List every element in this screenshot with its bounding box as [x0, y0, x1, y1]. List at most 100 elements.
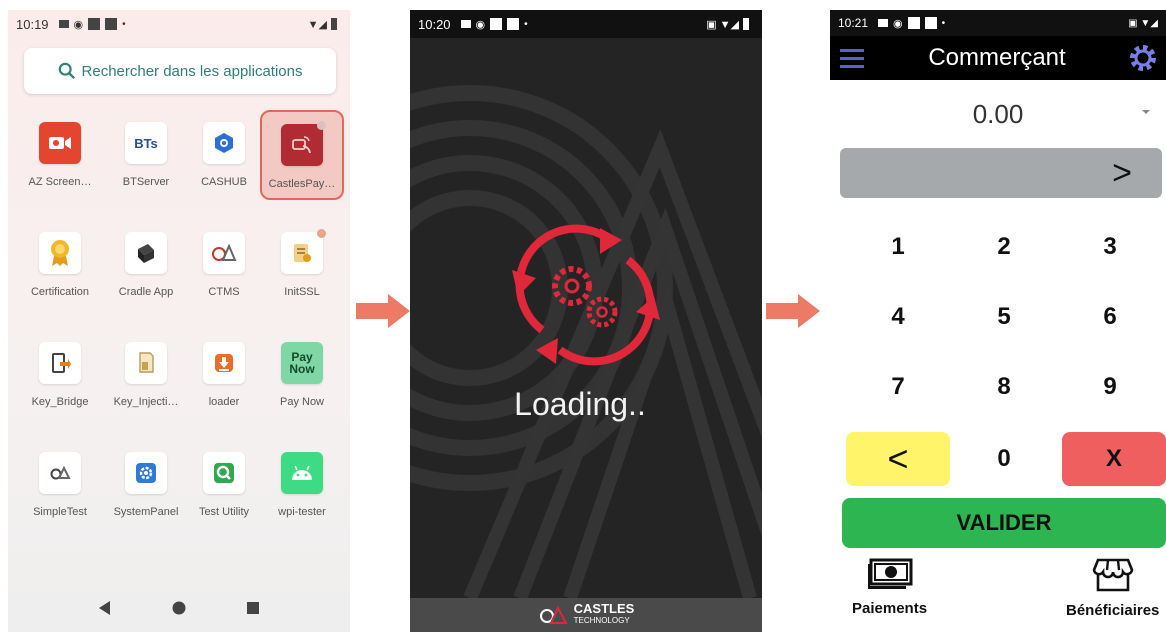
app-castlespay[interactable]: CastlesPay…: [260, 110, 344, 200]
clear-key[interactable]: X: [1062, 432, 1166, 486]
loading-sync-icon: [512, 224, 660, 366]
status-bar: 10:19 ◉ • ▼◢: [8, 10, 350, 38]
app-wpi-tester[interactable]: wpi-tester: [260, 440, 344, 530]
battery-icon: [331, 18, 337, 30]
key-5[interactable]: 5: [952, 290, 1056, 344]
brand-sub: TECHNOLOGY: [573, 616, 630, 625]
app-label: CastlesPay…: [268, 178, 336, 190]
notification-dot: [317, 121, 326, 130]
key-7[interactable]: 7: [846, 360, 950, 414]
app-btserver[interactable]: BTs BTServer: [104, 110, 188, 200]
app-test-utility[interactable]: Test Utility: [182, 440, 266, 530]
recents-nav-icon[interactable]: [246, 601, 260, 615]
amount-value: 0.00: [972, 98, 1024, 129]
backspace-key[interactable]: <: [846, 432, 950, 486]
notification-icon: [58, 20, 69, 28]
notification-icon: [460, 20, 471, 28]
arrow-right-icon: [356, 294, 410, 328]
app-label: Pay Now: [279, 396, 325, 408]
cast-icon: ◉: [475, 18, 486, 31]
app-label: Cradle App: [118, 286, 174, 298]
app-cashub[interactable]: CASHUB: [182, 110, 266, 200]
tab-beneficiaries[interactable]: Bénéficiaires: [1066, 558, 1159, 619]
app-pay-now[interactable]: Pay Now Pay Now: [260, 330, 344, 420]
bts-icon: BTs: [125, 122, 167, 164]
next-button-label: >: [1112, 153, 1132, 192]
app-label: Key_Bridge: [31, 396, 89, 408]
notification-icon: [907, 17, 920, 29]
simpletest-icon: [39, 452, 81, 494]
battery-icon: [743, 18, 749, 30]
app-loader[interactable]: loader: [182, 330, 266, 420]
app-drawer-screen: 10:19 ◉ • ▼◢ Rechercher dans les applica…: [8, 10, 350, 632]
status-time: 10:20: [418, 16, 451, 32]
arrow-right-icon: [766, 294, 820, 328]
ctms-icon: [203, 232, 245, 274]
initssl-icon: [281, 229, 326, 274]
camera-icon: [39, 122, 81, 164]
loader-icon: [203, 342, 245, 384]
key-2[interactable]: 2: [952, 220, 1056, 274]
merchant-screen: 10:21 ◉ • ▣ ▼◢ Commerçant 0.00 > 1 2 3 4…: [830, 10, 1166, 632]
next-button[interactable]: >: [840, 148, 1162, 198]
gear-icon[interactable]: [1128, 43, 1158, 73]
key-6[interactable]: 6: [1058, 290, 1162, 344]
cast-icon: ◉: [73, 18, 84, 31]
app-initssl[interactable]: InitSSL: [260, 220, 344, 310]
notification-icon: [490, 18, 503, 30]
app-ctms[interactable]: CTMS: [182, 220, 266, 310]
amount-field[interactable]: 0.00: [830, 80, 1166, 148]
search-icon: [58, 62, 75, 80]
key-8[interactable]: 8: [952, 360, 1056, 414]
notification-icon: [88, 18, 101, 30]
app-systempanel[interactable]: SystemPanel: [104, 440, 188, 530]
wifi-icon: ▣ ▼◢: [1128, 17, 1158, 29]
app-key-bridge[interactable]: Key_Bridge: [18, 330, 102, 420]
app-label: Test Utility: [198, 506, 250, 518]
home-nav-icon[interactable]: [171, 600, 187, 616]
key-bridge-icon: [39, 342, 81, 384]
page-title: Commerçant: [928, 44, 1066, 71]
notification-icon: [105, 18, 118, 30]
dot-icon: •: [941, 17, 946, 29]
pay-now-glyph: Pay Now: [289, 350, 315, 376]
tab-payments-label: Paiements: [852, 600, 928, 617]
castles-brand: CASTLES TECHNOLOGY: [573, 602, 635, 627]
key-4[interactable]: 4: [846, 290, 950, 344]
key-1[interactable]: 1: [846, 220, 950, 274]
store-icon: [1092, 558, 1134, 592]
app-label: CASHUB: [201, 176, 247, 188]
menu-icon[interactable]: [838, 46, 866, 70]
cast-icon: ◉: [893, 17, 903, 30]
tab-payments[interactable]: Paiements: [852, 558, 927, 617]
validate-button[interactable]: VALIDER: [842, 498, 1166, 548]
app-simpletest[interactable]: SimpleTest: [18, 440, 102, 530]
app-label: BTServer: [122, 176, 170, 188]
app-label: Key_Injecti…: [113, 396, 179, 408]
key-0[interactable]: 0: [952, 432, 1056, 486]
dot-icon: •: [122, 18, 126, 30]
status-time: 10:21: [838, 16, 869, 30]
gear-icon: [125, 452, 167, 494]
status-bar: 10:20 ◉ • ▣ ▼◢: [410, 10, 762, 38]
navigation-bar: [8, 584, 350, 632]
app-az-screen[interactable]: AZ Screen…: [18, 110, 102, 200]
app-certification[interactable]: Certification: [18, 220, 102, 310]
app-key-injection[interactable]: Key_Injecti…: [104, 330, 188, 420]
bts-glyph: BTs: [134, 135, 158, 151]
loading-text: Loading..: [514, 386, 646, 422]
key-9[interactable]: 9: [1058, 360, 1162, 414]
wifi-icon: ▼◢: [307, 18, 327, 31]
key-3[interactable]: 3: [1058, 220, 1162, 274]
dropdown-caret-icon[interactable]: [1142, 110, 1150, 114]
notification-dot: [317, 229, 326, 238]
back-nav-icon[interactable]: [98, 600, 112, 616]
status-bar: 10:21 ◉ • ▣ ▼◢: [830, 10, 1166, 36]
tab-beneficiaries-label: Bénéficiaires: [1066, 602, 1160, 619]
app-search-bar[interactable]: Rechercher dans les applications: [24, 48, 336, 94]
notification-icon: [924, 17, 937, 29]
app-cradle[interactable]: Cradle App: [104, 220, 188, 310]
castles-footer: CASTLES TECHNOLOGY: [410, 598, 762, 632]
android-icon: [281, 452, 323, 494]
search-placeholder: Rechercher dans les applications: [81, 62, 303, 80]
